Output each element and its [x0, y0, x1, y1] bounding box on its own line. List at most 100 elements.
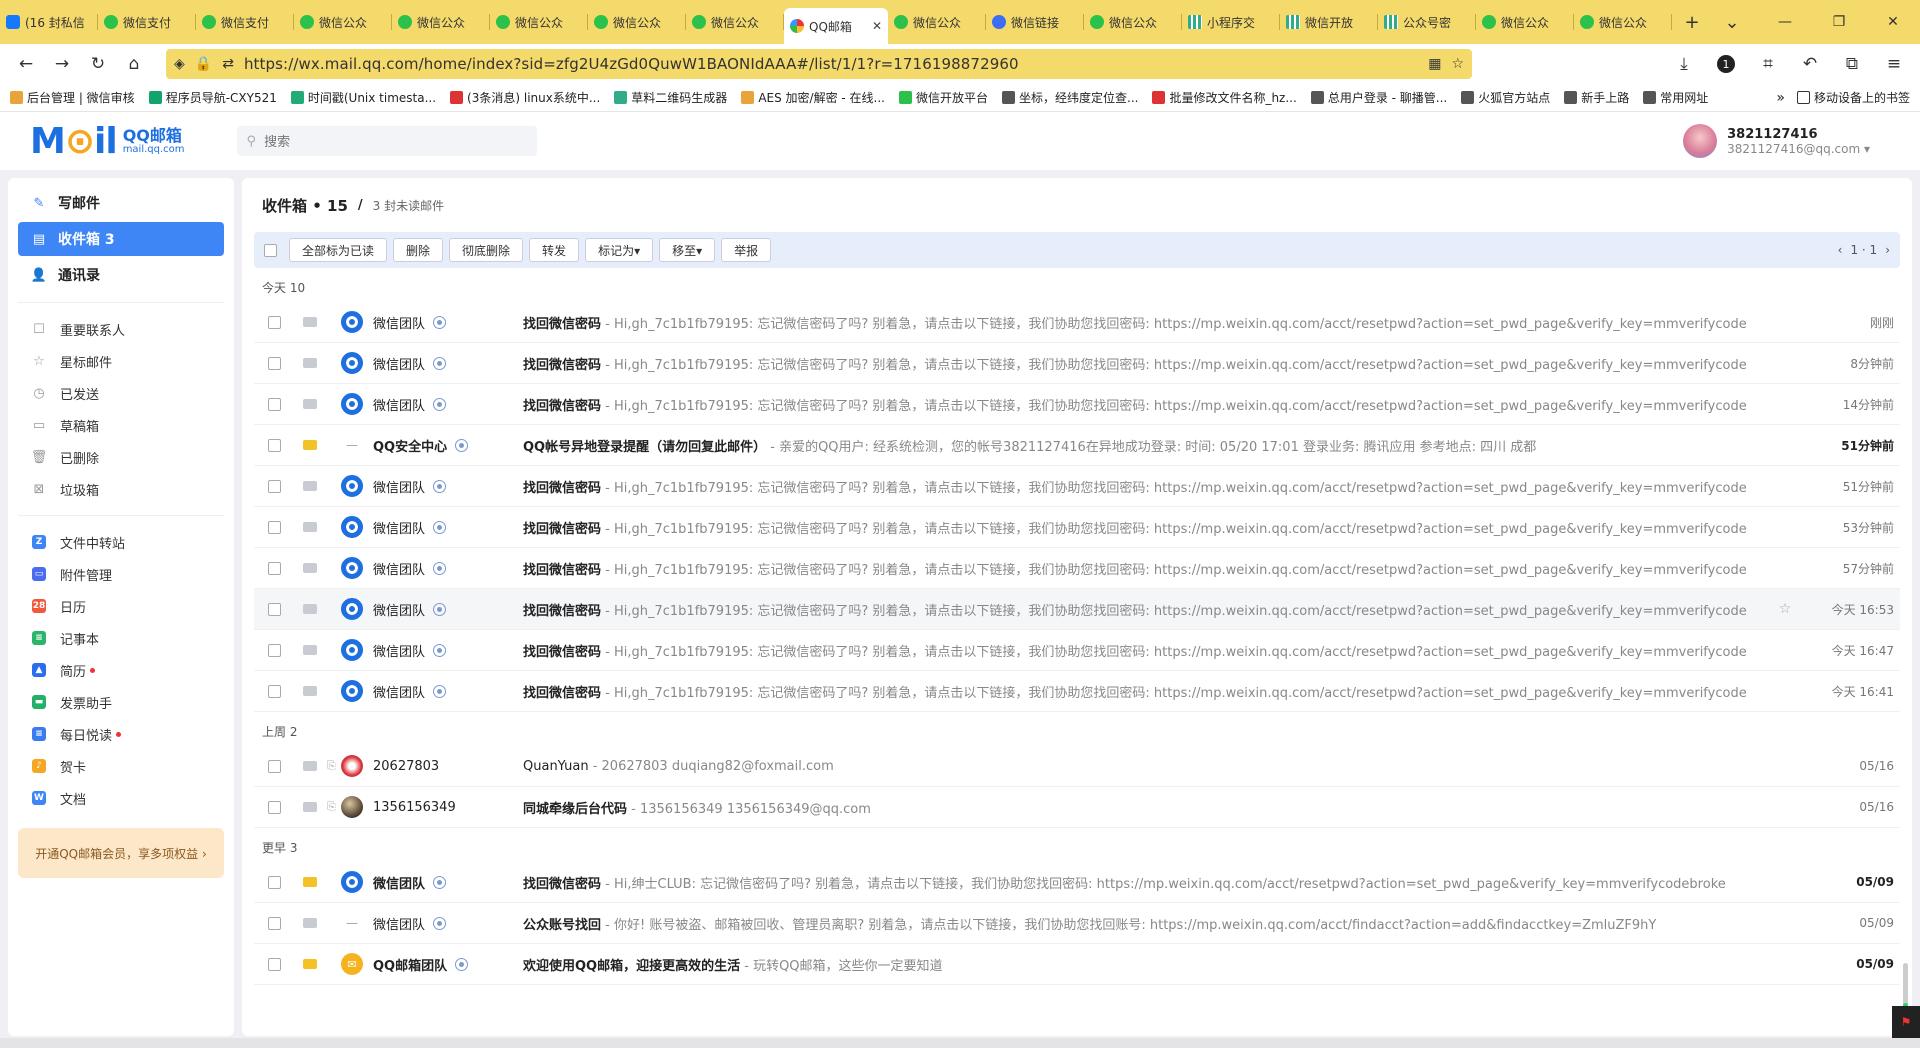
mail-checkbox[interactable]: [268, 875, 281, 889]
search-input[interactable]: [264, 133, 527, 149]
sidebar-item-folder[interactable]: ▭ 草稿箱: [18, 409, 224, 441]
toolbar-button[interactable]: 标记为▾: [585, 238, 654, 262]
mail-checkbox[interactable]: [268, 479, 281, 493]
mail-row[interactable]: 微信团队 找回微信密码 - Hi,gh_7c1b1fb79195: 忘记微信密码了…: [254, 384, 1900, 425]
browser-tab[interactable]: 微信公众: [1476, 5, 1574, 39]
sidebar-item-folder[interactable]: 🗑 已删除: [18, 441, 224, 473]
browser-tab[interactable]: 微信公众: [1574, 5, 1672, 39]
browser-tab[interactable]: 微信公众: [588, 5, 686, 39]
mail-row[interactable]: ⎘ 1356156349 同城牵缘后台代码 - 1356156349 1356156…: [254, 787, 1900, 828]
mail-checkbox[interactable]: [268, 800, 281, 814]
bookmark-star-icon[interactable]: ☆: [1451, 56, 1464, 72]
qr-code-icon[interactable]: ▦: [1428, 56, 1441, 72]
toolbar-button[interactable]: 彻底删除: [449, 238, 524, 262]
unread-count[interactable]: 3 封未读邮件: [373, 197, 444, 214]
bookmark-item[interactable]: 程序员导航-CXY521: [148, 89, 277, 106]
url-text[interactable]: https://wx.mail.qq.com/home/index?sid=zf…: [244, 55, 1418, 73]
browser-tab[interactable]: 微信公众: [1084, 5, 1182, 39]
sidebar-item-app[interactable]: ≡ 每日悦读: [18, 718, 224, 750]
user-account[interactable]: 3821127416 3821127416@qq.com ▾: [1683, 124, 1870, 158]
bookmark-item[interactable]: 草料二维码生成器: [614, 89, 727, 106]
select-all-checkbox[interactable]: [264, 243, 277, 257]
browser-tab[interactable]: (16 封私信: [0, 5, 98, 39]
mail-checkbox[interactable]: [268, 397, 281, 411]
bookmark-item[interactable]: 新手上路: [1564, 89, 1629, 106]
toolbar-button[interactable]: 转发: [529, 238, 580, 262]
sidebar-item-app[interactable]: ▬ 发票助手: [18, 686, 224, 718]
mail-row[interactable]: 微信团队 找回微信密码 - Hi,gh_7c1b1fb79195: 忘记微信密码了…: [254, 343, 1900, 384]
forward-button[interactable]: →: [44, 48, 80, 80]
url-bar[interactable]: ◈ 🔒 ⇄ https://wx.mail.qq.com/home/index?…: [166, 49, 1472, 79]
home-button[interactable]: ⌂: [116, 48, 152, 80]
new-tab-icon[interactable]: +: [1672, 5, 1712, 39]
mail-checkbox[interactable]: [268, 561, 281, 575]
browser-tab[interactable]: 微信支付: [98, 5, 196, 39]
mail-row[interactable]: ✉ QQ邮箱团队 欢迎使用QQ邮箱，迎接更高效的生活 - 玩转QQ邮箱，这些你一定要…: [254, 944, 1900, 985]
crop-icon[interactable]: ⌗: [1750, 48, 1786, 80]
minimize-icon[interactable]: —: [1758, 0, 1812, 44]
mail-row[interactable]: ⎘ 20627803 QuanYuan - 20627803 duqiang82@f…: [254, 746, 1900, 787]
mail-row[interactable]: 微信团队 找回微信密码 - Hi,gh_7c1b1fb79195: 忘记微信密码了…: [254, 548, 1900, 589]
toolbar-button[interactable]: 删除: [393, 238, 444, 262]
sidebar-item-folder[interactable]: ◷ 已发送: [18, 377, 224, 409]
mail-checkbox[interactable]: [268, 957, 281, 971]
mail-checkbox[interactable]: [268, 602, 281, 616]
browser-tab[interactable]: 小程序交: [1182, 5, 1280, 39]
mail-row[interactable]: 微信团队 找回微信密码 - Hi,gh_7c1b1fb79195: 忘记微信密码了…: [254, 466, 1900, 507]
toolbar-button[interactable]: 移至▾: [659, 238, 716, 262]
window-close-icon[interactable]: ✕: [1866, 0, 1920, 44]
browser-tab[interactable]: 微信开放: [1280, 5, 1378, 39]
mail-checkbox[interactable]: [268, 520, 281, 534]
browser-tab[interactable]: 微信公众: [294, 5, 392, 39]
bookmark-item[interactable]: 火狐官方站点: [1461, 89, 1550, 106]
sidebar-item-folder[interactable]: ⊠ 垃圾箱: [18, 473, 224, 505]
mail-row[interactable]: 微信团队 找回微信密码 - Hi,gh_7c1b1fb79195: 忘记微信密码了…: [254, 671, 1900, 712]
browser-tab[interactable]: 微信公众: [686, 5, 784, 39]
sidebar-item-app[interactable]: Z 文件中转站: [18, 526, 224, 558]
prev-page-icon[interactable]: ‹: [1838, 243, 1843, 257]
mail-checkbox[interactable]: [268, 916, 281, 930]
menu-icon[interactable]: ≡: [1876, 48, 1912, 80]
close-icon[interactable]: ✕: [872, 19, 882, 33]
browser-tab[interactable]: 微信公众: [392, 5, 490, 39]
bookmark-item[interactable]: 时间戳(Unix timesta...: [290, 89, 436, 106]
bookmark-item[interactable]: 批量修改文件名称_hz...: [1152, 89, 1297, 106]
bookmark-item[interactable]: AES 加密/解密 - 在线...: [741, 89, 885, 106]
restore-icon[interactable]: ❐: [1812, 0, 1866, 44]
mail-checkbox[interactable]: [268, 759, 281, 773]
sidebar-item-app[interactable]: ▭ 附件管理: [18, 558, 224, 590]
mail-row[interactable]: — 微信团队 公众账号找回 - 你好! 账号被盗、邮箱被回收、管理员离职? 别着急，…: [254, 903, 1900, 944]
mail-checkbox[interactable]: [268, 684, 281, 698]
avatar[interactable]: [1683, 124, 1718, 158]
bookmark-item[interactable]: 微信开放平台: [898, 89, 988, 106]
mail-search-box[interactable]: ⚲: [236, 126, 537, 156]
sidebar-item-main[interactable]: ✎ 写邮件: [18, 186, 224, 220]
browser-tab[interactable]: QQ邮箱 ✕: [784, 8, 888, 44]
toolbar-button[interactable]: 全部标为已读: [289, 238, 388, 262]
extensions-icon[interactable]: ⧉: [1834, 48, 1870, 80]
downloads-icon[interactable]: ⤓: [1666, 48, 1702, 80]
qq-mail-logo[interactable]: M⊙il QQ邮箱 mail.qq.com: [30, 121, 185, 162]
flag-icon[interactable]: ⚑: [1892, 1006, 1920, 1038]
sidebar-item-app[interactable]: 28 日历: [18, 590, 224, 622]
mail-checkbox[interactable]: [268, 356, 281, 370]
sidebar-item-main[interactable]: 👤 通讯录: [18, 258, 224, 292]
browser-tab[interactable]: 公众号密: [1378, 5, 1476, 39]
bookmark-item[interactable]: 后台管理 | 微信审核: [10, 89, 135, 106]
sidebar-item-app[interactable]: ♪ 贺卡: [18, 750, 224, 782]
mail-checkbox[interactable]: [268, 438, 281, 452]
undo-icon[interactable]: ↶: [1792, 48, 1828, 80]
next-page-icon[interactable]: ›: [1885, 243, 1890, 257]
bookmarks-overflow-icon[interactable]: »: [1776, 90, 1785, 106]
bookmark-item[interactable]: 坐标，经纬度定位查...: [1002, 89, 1138, 106]
back-button[interactable]: ←: [8, 48, 44, 80]
mail-row[interactable]: 微信团队 找回微信密码 - Hi,gh_7c1b1fb79195: 忘记微信密码了…: [254, 589, 1900, 630]
sidebar-item-app[interactable]: ≡ 记事本: [18, 622, 224, 654]
vip-promo-button[interactable]: 开通QQ邮箱会员，享多项权益 ›: [18, 828, 224, 878]
mail-row[interactable]: 微信团队 找回微信密码 - Hi,gh_7c1b1fb79195: 忘记微信密码了…: [254, 302, 1900, 343]
bookmark-item[interactable]: 常用网址: [1643, 89, 1708, 106]
mail-row[interactable]: 微信团队 找回微信密码 - Hi,绅士CLUB: 忘记微信密码了吗? 别着急，请点…: [254, 862, 1900, 903]
bottom-scrollbar[interactable]: [0, 1038, 1920, 1048]
sidebar-item-folder[interactable]: ☐ 重要联系人: [18, 313, 224, 345]
bookmark-item[interactable]: 总用户登录 - 聊播管...: [1310, 89, 1447, 106]
